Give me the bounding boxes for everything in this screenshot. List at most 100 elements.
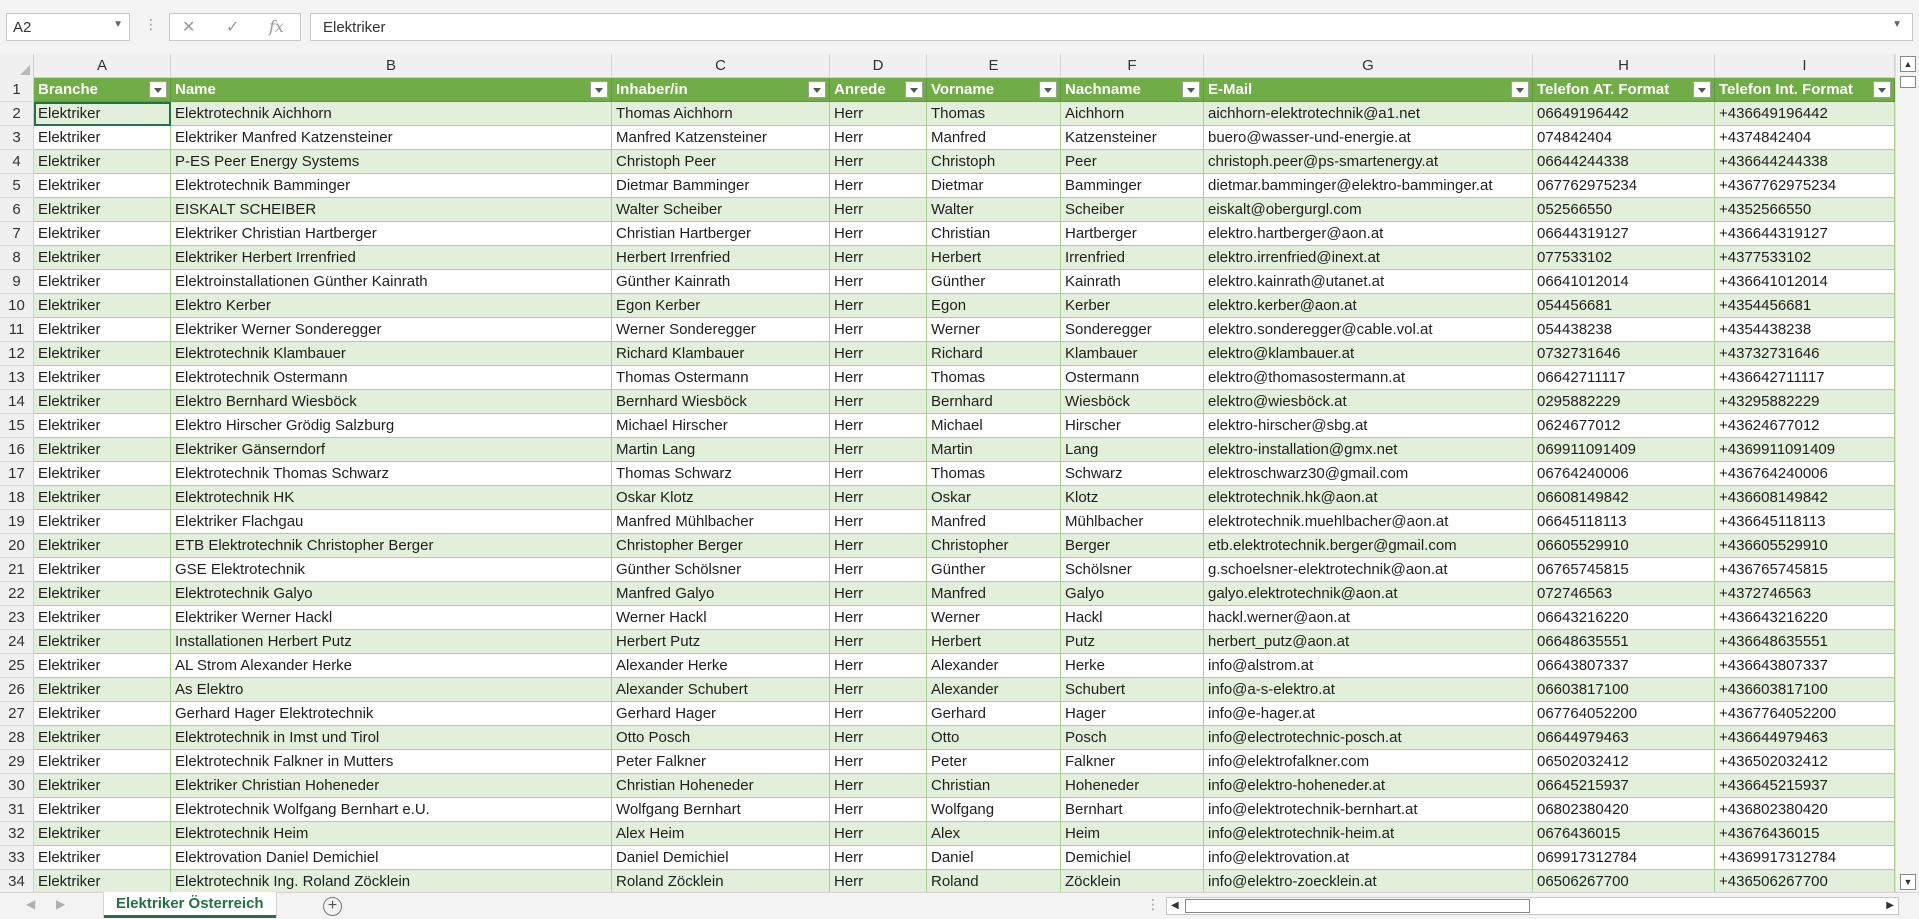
- table-cell[interactable]: Manfred Galyo: [612, 582, 830, 606]
- table-cell[interactable]: elektro.kainrath@utanet.at: [1204, 270, 1533, 294]
- table-cell[interactable]: Elektriker: [34, 366, 171, 390]
- add-sheet-icon[interactable]: +: [323, 897, 342, 916]
- row-header[interactable]: 4: [0, 150, 34, 174]
- table-cell[interactable]: Elektriker Werner Hackl: [171, 606, 612, 630]
- table-cell[interactable]: Schwarz: [1061, 462, 1204, 486]
- table-cell[interactable]: Elektriker: [34, 414, 171, 438]
- scroll-thumb[interactable]: [1185, 899, 1530, 913]
- table-cell[interactable]: 06645118113: [1533, 510, 1715, 534]
- table-cell[interactable]: Daniel: [927, 846, 1061, 870]
- table-cell[interactable]: Bamminger: [1061, 174, 1204, 198]
- next-sheet-icon[interactable]: ▶: [56, 897, 65, 911]
- table-cell[interactable]: Elektrotechnik Wolfgang Bernhart e.U.: [171, 798, 612, 822]
- table-cell[interactable]: Herr: [830, 438, 927, 462]
- table-cell[interactable]: Martin: [927, 438, 1061, 462]
- table-cell[interactable]: +43676436015: [1715, 822, 1895, 846]
- table-cell[interactable]: Oskar Klotz: [612, 486, 830, 510]
- table-cell[interactable]: 06648635551: [1533, 630, 1715, 654]
- table-cell[interactable]: Lang: [1061, 438, 1204, 462]
- header-cell[interactable]: Nachname: [1061, 78, 1204, 102]
- table-cell[interactable]: Klambauer: [1061, 342, 1204, 366]
- table-cell[interactable]: Herr: [830, 390, 927, 414]
- header-cell[interactable]: E-Mail: [1204, 78, 1533, 102]
- table-cell[interactable]: Elektriker: [34, 630, 171, 654]
- table-cell[interactable]: elektro.irrenfried@inext.at: [1204, 246, 1533, 270]
- header-cell[interactable]: Telefon AT. Format: [1533, 78, 1715, 102]
- header-cell[interactable]: Telefon Int. Format: [1715, 78, 1895, 102]
- table-cell[interactable]: Demichiel: [1061, 846, 1204, 870]
- table-cell[interactable]: Alex Heim: [612, 822, 830, 846]
- table-cell[interactable]: Klotz: [1061, 486, 1204, 510]
- table-cell[interactable]: Herr: [830, 558, 927, 582]
- table-cell[interactable]: +4372746563: [1715, 582, 1895, 606]
- table-cell[interactable]: Herbert Irrenfried: [612, 246, 830, 270]
- table-cell[interactable]: 06641012014: [1533, 270, 1715, 294]
- table-cell[interactable]: elektrotechnik.muehlbacher@aon.at: [1204, 510, 1533, 534]
- filter-dropdown-icon[interactable]: [1039, 81, 1057, 98]
- table-cell[interactable]: Christopher: [927, 534, 1061, 558]
- row-header[interactable]: 10: [0, 294, 34, 318]
- table-cell[interactable]: Elektriker: [34, 462, 171, 486]
- column-header-c[interactable]: C: [612, 54, 830, 78]
- table-cell[interactable]: +436644979463: [1715, 726, 1895, 750]
- table-cell[interactable]: Elektro Bernhard Wiesböck: [171, 390, 612, 414]
- table-cell[interactable]: +43624677012: [1715, 414, 1895, 438]
- table-cell[interactable]: 06645215937: [1533, 774, 1715, 798]
- sheet-tab[interactable]: Elektriker Österreich: [104, 892, 276, 918]
- table-cell[interactable]: Elektriker: [34, 390, 171, 414]
- row-header[interactable]: 24: [0, 630, 34, 654]
- header-cell[interactable]: Name: [171, 78, 612, 102]
- table-cell[interactable]: Kerber: [1061, 294, 1204, 318]
- table-cell[interactable]: eiskalt@obergurgl.com: [1204, 198, 1533, 222]
- row-header[interactable]: 28: [0, 726, 34, 750]
- table-cell[interactable]: Elektriker: [34, 510, 171, 534]
- table-cell[interactable]: Egon: [927, 294, 1061, 318]
- row-header[interactable]: 14: [0, 390, 34, 414]
- table-cell[interactable]: +436641012014: [1715, 270, 1895, 294]
- table-cell[interactable]: Elektriker: [34, 438, 171, 462]
- table-cell[interactable]: Elektroinstallationen Günther Kainrath: [171, 270, 612, 294]
- scroll-up-icon[interactable]: ▲: [1900, 56, 1916, 72]
- table-cell[interactable]: Herr: [830, 366, 927, 390]
- table-cell[interactable]: As Elektro: [171, 678, 612, 702]
- table-cell[interactable]: Manfred: [927, 582, 1061, 606]
- table-cell[interactable]: 067764052200: [1533, 702, 1715, 726]
- table-cell[interactable]: 06605529910: [1533, 534, 1715, 558]
- table-cell[interactable]: +436648635551: [1715, 630, 1895, 654]
- scroll-down-icon[interactable]: ▼: [1900, 874, 1916, 890]
- table-cell[interactable]: Elektrotechnik Falkner in Mutters: [171, 750, 612, 774]
- table-cell[interactable]: Herr: [830, 678, 927, 702]
- table-cell[interactable]: Elektrotechnik Ostermann: [171, 366, 612, 390]
- table-cell[interactable]: elektro-hirscher@sbg.at: [1204, 414, 1533, 438]
- filter-dropdown-icon[interactable]: [1693, 81, 1711, 98]
- column-header-g[interactable]: G: [1204, 54, 1533, 78]
- row-header[interactable]: 1: [0, 78, 34, 102]
- table-cell[interactable]: Schubert: [1061, 678, 1204, 702]
- table-cell[interactable]: Elektriker: [34, 150, 171, 174]
- table-cell[interactable]: Gerhard: [927, 702, 1061, 726]
- table-cell[interactable]: info@elektro-zoecklein.at: [1204, 870, 1533, 892]
- table-cell[interactable]: Herr: [830, 582, 927, 606]
- table-cell[interactable]: Elektriker: [34, 126, 171, 150]
- table-cell[interactable]: Roland: [927, 870, 1061, 892]
- table-cell[interactable]: 054438238: [1533, 318, 1715, 342]
- table-cell[interactable]: elektro.kerber@aon.at: [1204, 294, 1533, 318]
- table-cell[interactable]: Elektriker Flachgau: [171, 510, 612, 534]
- table-cell[interactable]: 06644319127: [1533, 222, 1715, 246]
- table-cell[interactable]: Herr: [830, 846, 927, 870]
- table-cell[interactable]: elektro.hartberger@aon.at: [1204, 222, 1533, 246]
- table-cell[interactable]: Werner: [927, 318, 1061, 342]
- table-cell[interactable]: Günther: [927, 558, 1061, 582]
- table-cell[interactable]: Elektriker: [34, 486, 171, 510]
- table-cell[interactable]: Elektriker Christian Hartberger: [171, 222, 612, 246]
- table-cell[interactable]: Herr: [830, 702, 927, 726]
- table-cell[interactable]: g.schoelsner-elektrotechnik@aon.at: [1204, 558, 1533, 582]
- table-cell[interactable]: +436644244338: [1715, 150, 1895, 174]
- table-cell[interactable]: info@alstrom.at: [1204, 654, 1533, 678]
- table-cell[interactable]: Herke: [1061, 654, 1204, 678]
- table-cell[interactable]: +4367764052200: [1715, 702, 1895, 726]
- header-cell[interactable]: Inhaber/in: [612, 78, 830, 102]
- table-cell[interactable]: Christian: [927, 774, 1061, 798]
- table-cell[interactable]: Richard: [927, 342, 1061, 366]
- table-cell[interactable]: info@electrotechnic-posch.at: [1204, 726, 1533, 750]
